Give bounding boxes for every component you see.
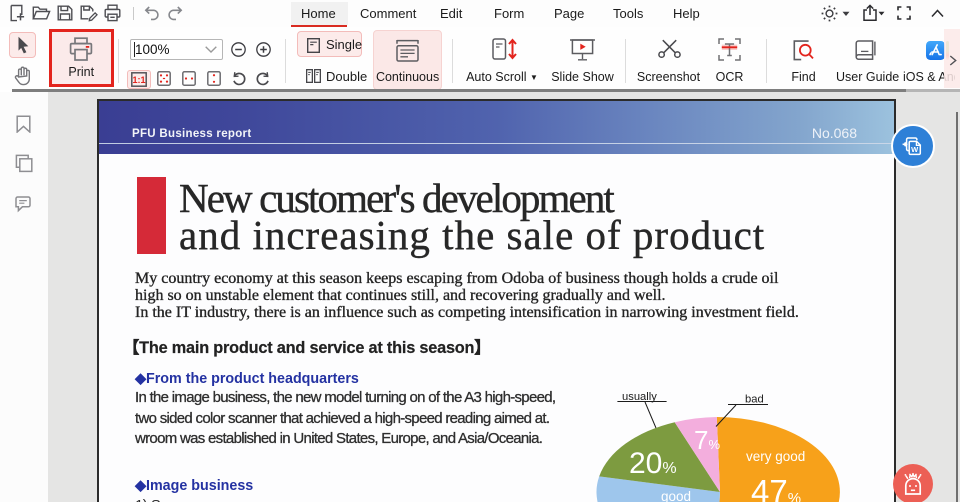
svg-text:very good: very good	[746, 449, 805, 464]
svg-text:W: W	[911, 145, 919, 154]
svg-text:bad: bad	[745, 394, 764, 406]
svg-text:1:1: 1:1	[132, 75, 145, 85]
svg-text:good: good	[661, 489, 691, 502]
